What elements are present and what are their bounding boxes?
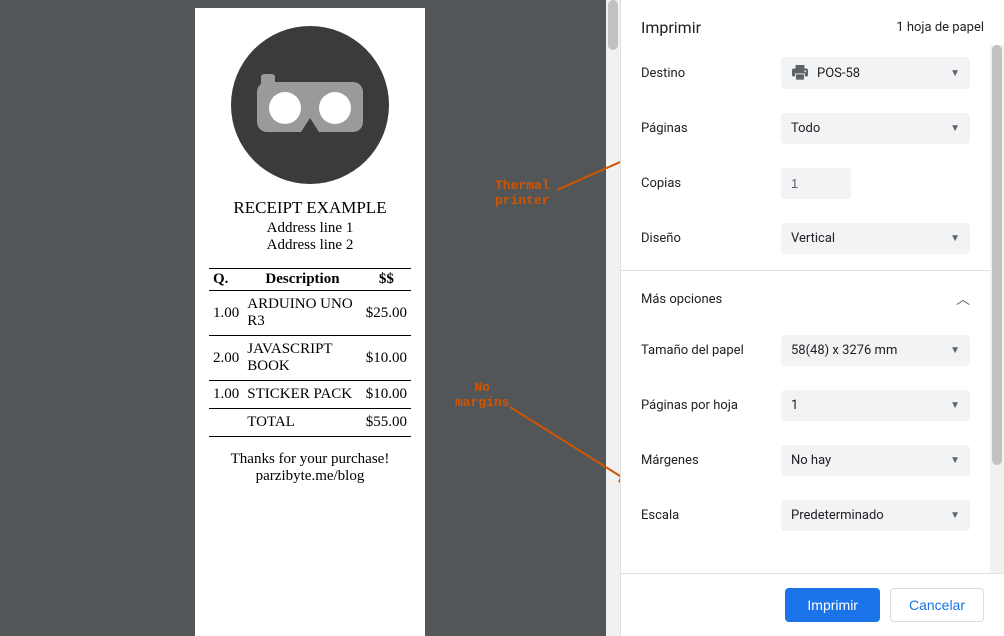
copies-input[interactable] xyxy=(781,168,851,199)
settings-scrollbar[interactable] xyxy=(990,45,1004,573)
col-qty: Q. xyxy=(209,269,243,291)
print-settings-panel: Imprimir 1 hoja de papel Destino POS-58 xyxy=(620,0,1004,636)
table-row: 2.00 JAVASCRIPT BOOK $10.00 xyxy=(209,336,411,381)
table-total-row: TOTAL $55.00 xyxy=(209,409,411,437)
chevron-down-icon: ▼ xyxy=(950,233,960,244)
chevron-down-icon: ▼ xyxy=(950,68,960,79)
receipt-address-2: Address line 2 xyxy=(209,237,411,254)
table-row: 1.00 STICKER PACK $10.00 xyxy=(209,381,411,409)
chevron-down-icon: ▼ xyxy=(950,455,960,466)
destination-label: Destino xyxy=(641,66,781,81)
settings-scroll-thumb[interactable] xyxy=(992,45,1002,465)
chevron-up-icon: ︿ xyxy=(956,289,970,309)
destination-select[interactable]: POS-58 ▼ xyxy=(781,57,970,89)
print-preview-area: RECEIPT EXAMPLE Address line 1 Address l… xyxy=(0,0,620,636)
printer-icon xyxy=(791,65,809,81)
margins-select[interactable]: No hay ▼ xyxy=(781,445,970,476)
annotation-thermal-printer: Thermalprinter xyxy=(495,178,550,208)
sheet-count: 1 hoja de papel xyxy=(896,20,984,35)
layout-label: Diseño xyxy=(641,231,781,246)
chevron-down-icon: ▼ xyxy=(950,123,960,134)
more-options-toggle[interactable]: Más opciones ︿ xyxy=(621,275,990,323)
receipt-preview: RECEIPT EXAMPLE Address line 1 Address l… xyxy=(195,8,425,636)
settings-header: Imprimir 1 hoja de papel xyxy=(621,0,1004,45)
scale-label: Escala xyxy=(641,508,781,523)
chevron-down-icon: ▼ xyxy=(950,400,960,411)
col-desc: Description xyxy=(243,269,362,291)
table-row: 1.00 ARDUINO UNO R3 $25.00 xyxy=(209,291,411,336)
pages-per-sheet-label: Páginas por hoja xyxy=(641,398,781,413)
receipt-footer: parzibyte.me/blog xyxy=(209,468,411,485)
paper-size-label: Tamaño del papel xyxy=(641,343,781,358)
chevron-down-icon: ▼ xyxy=(950,345,960,356)
receipt-title: RECEIPT EXAMPLE xyxy=(209,198,411,218)
pages-per-sheet-select[interactable]: 1 ▼ xyxy=(781,390,970,421)
pages-label: Páginas xyxy=(641,121,781,136)
print-button[interactable]: Imprimir xyxy=(785,588,880,622)
receipt-thanks: Thanks for your purchase! xyxy=(209,451,411,468)
receipt-logo-icon xyxy=(231,26,389,184)
paper-size-select[interactable]: 58(48) x 3276 mm ▼ xyxy=(781,335,970,366)
annotation-no-margins: Nomargins xyxy=(455,380,510,410)
pages-select[interactable]: Todo ▼ xyxy=(781,113,970,144)
receipt-table: Q. Description $$ 1.00 ARDUINO UNO R3 $2… xyxy=(209,268,411,437)
preview-scroll-thumb[interactable] xyxy=(608,0,618,50)
scale-select[interactable]: Predeterminado ▼ xyxy=(781,500,970,531)
receipt-address-1: Address line 1 xyxy=(209,220,411,237)
divider xyxy=(621,270,990,271)
margins-label: Márgenes xyxy=(641,453,781,468)
copies-label: Copias xyxy=(641,176,781,191)
chevron-down-icon: ▼ xyxy=(950,510,960,521)
settings-body: Destino POS-58 ▼ Pági xyxy=(621,45,1004,573)
layout-select[interactable]: Vertical ▼ xyxy=(781,223,970,254)
col-price: $$ xyxy=(362,269,411,291)
settings-footer: Imprimir Cancelar xyxy=(621,573,1004,636)
cancel-button[interactable]: Cancelar xyxy=(890,588,984,622)
dialog-title: Imprimir xyxy=(641,18,701,37)
